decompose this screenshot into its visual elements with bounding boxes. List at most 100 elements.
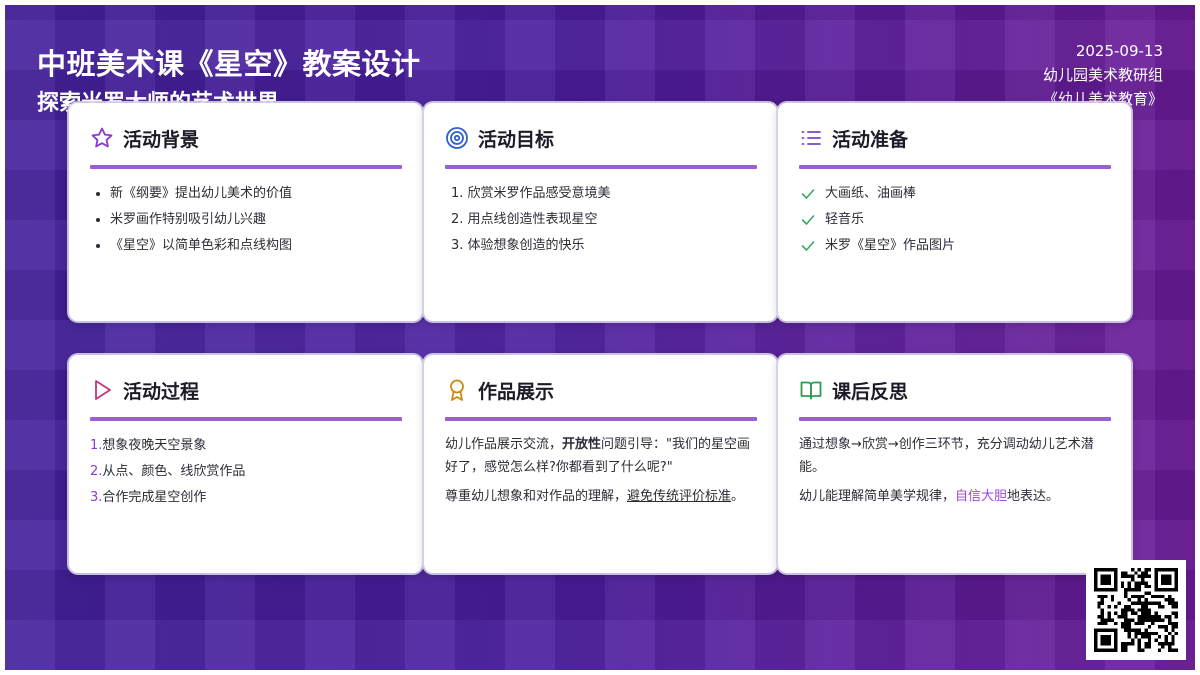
qr-module <box>1100 578 1105 582</box>
qr-module <box>1144 598 1148 602</box>
qr-module <box>1127 604 1131 609</box>
qr-module <box>1124 618 1128 622</box>
qr-module <box>1137 601 1142 605</box>
qr-module <box>1147 615 1152 619</box>
qr-module <box>1107 628 1111 632</box>
qr-module <box>1114 638 1118 642</box>
qr-module <box>1157 615 1162 619</box>
qr-module <box>1124 621 1128 626</box>
qr-module <box>1161 568 1165 572</box>
text-span: 。 <box>731 489 745 504</box>
qr-module <box>1130 568 1135 572</box>
qr-module <box>1171 604 1175 609</box>
qr-module <box>1097 594 1101 599</box>
qr-module <box>1110 588 1115 592</box>
qr-module <box>1094 568 1098 572</box>
card-reflection: 课后反思 通过想象→欣赏→创作三环节，充分调动幼儿艺术潜能。 幼儿能理解简单美学… <box>778 355 1131 573</box>
qr-module <box>1164 568 1168 572</box>
qr-module <box>1157 635 1162 639</box>
card-title: 课后反思 <box>832 380 909 403</box>
qr-module <box>1137 628 1142 632</box>
qr-module <box>1134 631 1138 636</box>
qr-module <box>1134 635 1138 639</box>
qr-module <box>1147 611 1152 616</box>
check-icon <box>801 189 815 199</box>
qr-module <box>1167 574 1172 579</box>
qr-module <box>1104 618 1108 622</box>
qr-module <box>1141 611 1145 616</box>
qr-module <box>1094 588 1098 592</box>
qr-module <box>1094 645 1098 649</box>
qr-module <box>1110 648 1115 652</box>
qr-module <box>1104 568 1108 572</box>
qr-module <box>1161 574 1165 579</box>
qr-module <box>1157 625 1162 629</box>
qr-module <box>1167 601 1172 605</box>
qr-module <box>1164 615 1168 619</box>
qr-module <box>1137 598 1142 602</box>
qr-module <box>1167 568 1172 572</box>
qr-module <box>1114 581 1118 585</box>
star-icon <box>91 127 113 148</box>
book-icon <box>800 381 822 400</box>
list-icon <box>801 131 821 145</box>
qr-module <box>1171 601 1175 605</box>
qr-module <box>1137 615 1142 619</box>
qr-module <box>1157 601 1162 605</box>
qr-module <box>1110 598 1115 602</box>
qr-module <box>1144 604 1148 609</box>
qr-module <box>1157 588 1162 592</box>
qr-module <box>1134 621 1138 626</box>
qr-module <box>1144 631 1148 636</box>
qr-module <box>1120 648 1125 652</box>
qr-module <box>1097 588 1101 592</box>
qr-module <box>1147 618 1152 622</box>
list-item: 轻音乐 <box>801 207 1111 233</box>
card-divider <box>799 417 1111 421</box>
qr-module <box>1104 648 1108 652</box>
qr-module <box>1174 648 1178 652</box>
qr-module <box>1120 571 1125 575</box>
qr-module <box>1127 628 1131 632</box>
qr-module <box>1171 588 1175 592</box>
qr-module <box>1130 578 1135 582</box>
qr-module <box>1137 594 1142 599</box>
qr-module <box>1151 594 1155 599</box>
qr-module <box>1147 638 1152 642</box>
card-title: 作品展示 <box>478 380 555 403</box>
qr-module <box>1147 645 1152 649</box>
qr-module <box>1104 574 1108 579</box>
qr-module <box>1147 631 1152 636</box>
qr-module <box>1144 615 1148 619</box>
qr-module <box>1141 571 1145 575</box>
card-header: 活动过程 <box>90 375 402 405</box>
qr-module <box>1114 588 1118 592</box>
qr-module <box>1110 618 1115 622</box>
qr-module <box>1104 578 1108 582</box>
qr-module <box>1104 635 1108 639</box>
qr-module <box>1104 621 1108 626</box>
qr-module <box>1094 631 1098 636</box>
qr-module <box>1097 568 1101 572</box>
qr-module <box>1164 578 1168 582</box>
qr-module <box>1144 641 1148 646</box>
qr-module <box>1124 604 1128 609</box>
qr-module <box>1144 611 1148 616</box>
qr-module <box>1161 645 1165 649</box>
qr-module <box>1141 635 1145 639</box>
qr-module <box>1154 571 1158 575</box>
qr-module <box>1127 598 1131 602</box>
check-icon <box>801 215 815 225</box>
qr-module <box>1100 648 1105 652</box>
card-background: 活动背景 新《纲要》提出幼儿美术的价值 米罗画作特别吸引幼儿兴趣 《星空》以简单… <box>69 103 422 321</box>
qr-module <box>1107 578 1111 582</box>
qr-module <box>1161 581 1165 585</box>
qr-code[interactable] <box>1086 560 1186 660</box>
paragraph: 幼儿能理解简单美学规律，自信大胆地表达。 <box>799 485 1111 508</box>
qr-module <box>1171 598 1175 602</box>
qr-module <box>1127 618 1131 622</box>
list-item-label: 米罗《星空》作品图片 <box>825 238 956 253</box>
qr-module <box>1167 594 1172 599</box>
qr-module <box>1157 618 1162 622</box>
underlined-text: 避免传统评价标准 <box>627 489 732 504</box>
